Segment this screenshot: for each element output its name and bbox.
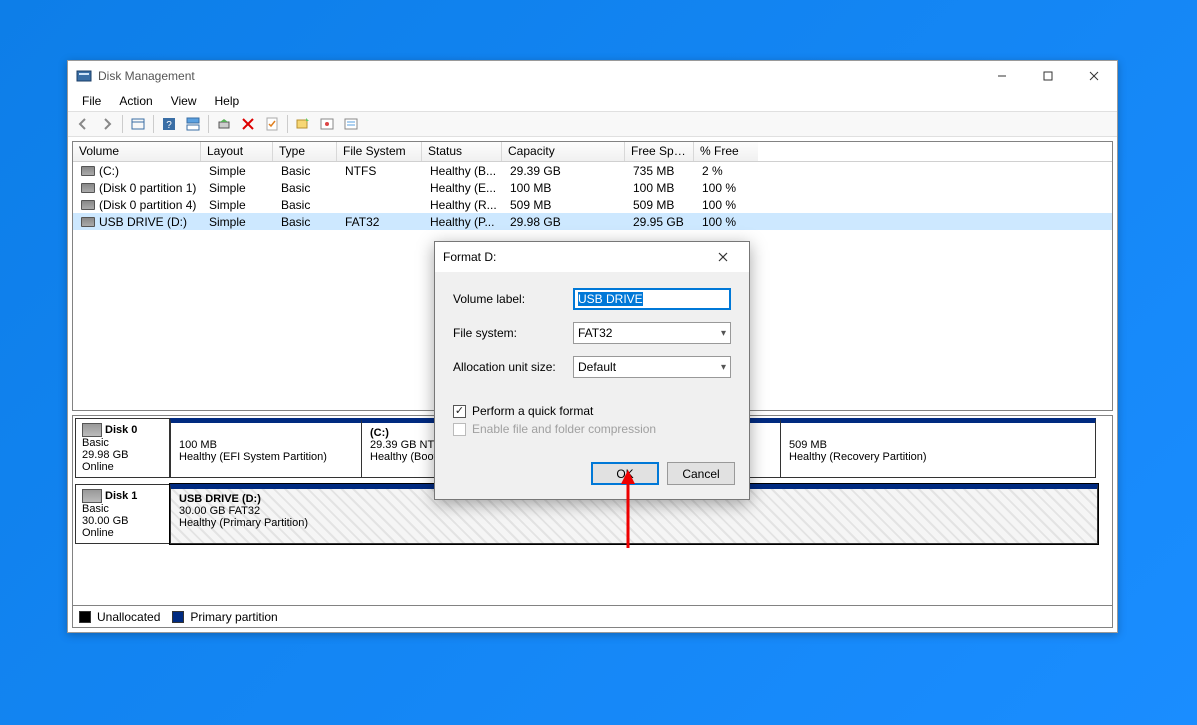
volume-icon xyxy=(81,166,95,176)
dialog-close-button[interactable] xyxy=(705,244,741,270)
help-button[interactable]: ? xyxy=(158,113,180,135)
menu-action[interactable]: Action xyxy=(111,92,160,110)
col-fs[interactable]: File System xyxy=(337,142,422,161)
allocation-select[interactable]: Default ▾ xyxy=(573,356,731,378)
quick-format-check-row[interactable]: Perform a quick format xyxy=(453,404,731,418)
partition[interactable]: 509 MBHealthy (Recovery Partition) xyxy=(780,418,1096,478)
settings-button[interactable] xyxy=(340,113,362,135)
format-dialog: Format D: Volume label: File system: FAT… xyxy=(434,241,750,500)
volume-label-input[interactable] xyxy=(573,288,731,310)
volume-row[interactable]: (Disk 0 partition 4)SimpleBasicHealthy (… xyxy=(73,196,1112,213)
col-capacity[interactable]: Capacity xyxy=(502,142,625,161)
quick-format-label: Perform a quick format xyxy=(472,404,593,418)
legend: Unallocated Primary partition xyxy=(72,606,1113,628)
window-title: Disk Management xyxy=(98,69,979,83)
quick-format-checkbox[interactable] xyxy=(453,405,466,418)
col-type[interactable]: Type xyxy=(273,142,337,161)
properties-button[interactable] xyxy=(261,113,283,135)
legend-unallocated-sq xyxy=(79,611,91,623)
chevron-down-icon: ▾ xyxy=(721,328,726,339)
view-top-button[interactable] xyxy=(182,113,204,135)
refresh-button[interactable] xyxy=(213,113,235,135)
new-button[interactable] xyxy=(292,113,314,135)
dialog-titlebar: Format D: xyxy=(435,242,749,272)
titlebar: Disk Management xyxy=(68,61,1117,91)
menu-file[interactable]: File xyxy=(74,92,109,110)
file-system-value: FAT32 xyxy=(578,326,612,340)
ok-button[interactable]: OK xyxy=(591,462,659,485)
app-icon xyxy=(76,68,92,84)
volume-icon xyxy=(81,183,95,193)
minimize-button[interactable] xyxy=(979,61,1025,91)
toolbar: ? xyxy=(68,111,1117,137)
disk-icon xyxy=(82,423,102,437)
volume-row[interactable]: (Disk 0 partition 1)SimpleBasicHealthy (… xyxy=(73,179,1112,196)
action-button[interactable] xyxy=(316,113,338,135)
show-hide-button[interactable] xyxy=(127,113,149,135)
menubar: File Action View Help xyxy=(68,91,1117,111)
menu-view[interactable]: View xyxy=(163,92,205,110)
close-button[interactable] xyxy=(1071,61,1117,91)
menu-help[interactable]: Help xyxy=(207,92,248,110)
volume-label-label: Volume label: xyxy=(453,292,573,306)
col-free[interactable]: Free Spa... xyxy=(625,142,694,161)
volume-row[interactable]: USB DRIVE (D:)SimpleBasicFAT32Healthy (P… xyxy=(73,213,1112,230)
maximize-button[interactable] xyxy=(1025,61,1071,91)
col-status[interactable]: Status xyxy=(422,142,502,161)
compression-checkbox xyxy=(453,423,466,436)
legend-primary: Primary partition xyxy=(190,610,277,624)
compression-label: Enable file and folder compression xyxy=(472,422,656,436)
forward-button[interactable] xyxy=(96,113,118,135)
col-volume[interactable]: Volume xyxy=(73,142,201,161)
disk-info[interactable]: Disk 0Basic29.98 GBOnline xyxy=(75,418,170,478)
cancel-button[interactable]: Cancel xyxy=(667,462,735,485)
dialog-title: Format D: xyxy=(443,250,705,264)
file-system-select[interactable]: FAT32 ▾ xyxy=(573,322,731,344)
disk-icon xyxy=(82,489,102,503)
back-button[interactable] xyxy=(72,113,94,135)
chevron-down-icon: ▾ xyxy=(721,362,726,373)
volume-row[interactable]: (C:)SimpleBasicNTFSHealthy (B...29.39 GB… xyxy=(73,162,1112,179)
disk-info[interactable]: Disk 1Basic30.00 GBOnline xyxy=(75,484,170,544)
legend-primary-sq xyxy=(172,611,184,623)
allocation-label: Allocation unit size: xyxy=(453,360,573,374)
delete-button[interactable] xyxy=(237,113,259,135)
volume-list-header: Volume Layout Type File System Status Ca… xyxy=(73,142,1112,162)
col-pct[interactable]: % Free xyxy=(694,142,758,161)
legend-unallocated: Unallocated xyxy=(97,610,160,624)
allocation-value: Default xyxy=(578,360,616,374)
partition[interactable]: 100 MBHealthy (EFI System Partition) xyxy=(170,418,362,478)
col-layout[interactable]: Layout xyxy=(201,142,273,161)
volume-icon xyxy=(81,200,95,210)
compression-check-row: Enable file and folder compression xyxy=(453,422,731,436)
volume-icon xyxy=(81,217,95,227)
svg-text:?: ? xyxy=(166,120,172,131)
file-system-label: File system: xyxy=(453,326,573,340)
